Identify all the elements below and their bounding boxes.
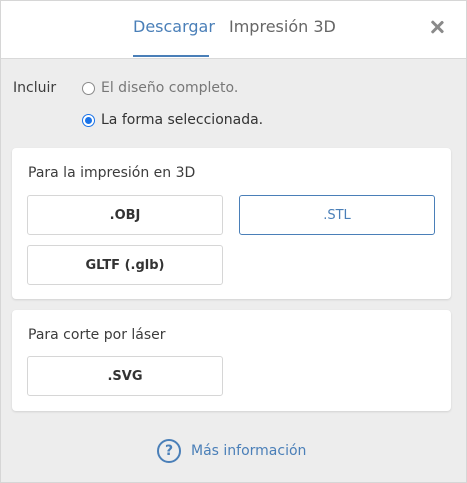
gltf-format-button[interactable]: GLTF (.glb)	[27, 245, 223, 285]
section-3d-printing-title: Para la impresión en 3D	[28, 165, 196, 181]
active-tab-indicator	[133, 55, 209, 57]
radio-selected-shape-label: La forma seleccionada.	[101, 112, 264, 128]
more-info-label: Más información	[191, 443, 307, 459]
svg-format-button[interactable]: .SVG	[27, 356, 223, 396]
stl-format-button[interactable]: .STL	[239, 195, 435, 235]
obj-format-button[interactable]: .OBJ	[27, 195, 223, 235]
radio-selected-shape[interactable]: La forma seleccionada.	[82, 112, 263, 128]
include-label: Incluir	[13, 80, 57, 96]
tab-3d-print[interactable]: Impresión 3D	[229, 17, 336, 36]
more-info-link[interactable]: ? Más información	[157, 439, 306, 463]
radio-full-design-circle[interactable]	[82, 81, 95, 95]
section-laser-cutting: Para corte por láser .SVG	[12, 310, 451, 411]
section-3d-printing: Para la impresión en 3D .OBJ .STL GLTF (…	[12, 148, 451, 299]
section-laser-cutting-title: Para corte por láser	[28, 327, 166, 343]
tab-download[interactable]: Descargar	[133, 17, 215, 36]
radio-selected-shape-circle[interactable]	[82, 113, 95, 127]
radio-full-design[interactable]: El diseño completo.	[82, 80, 238, 96]
dialog-header: Descargar Impresión 3D	[1, 1, 466, 59]
export-dialog: Descargar Impresión 3D Incluir El diseño…	[0, 0, 467, 483]
close-icon[interactable]	[428, 18, 446, 36]
radio-full-design-label: El diseño completo.	[101, 80, 239, 96]
help-icon: ?	[157, 439, 181, 463]
